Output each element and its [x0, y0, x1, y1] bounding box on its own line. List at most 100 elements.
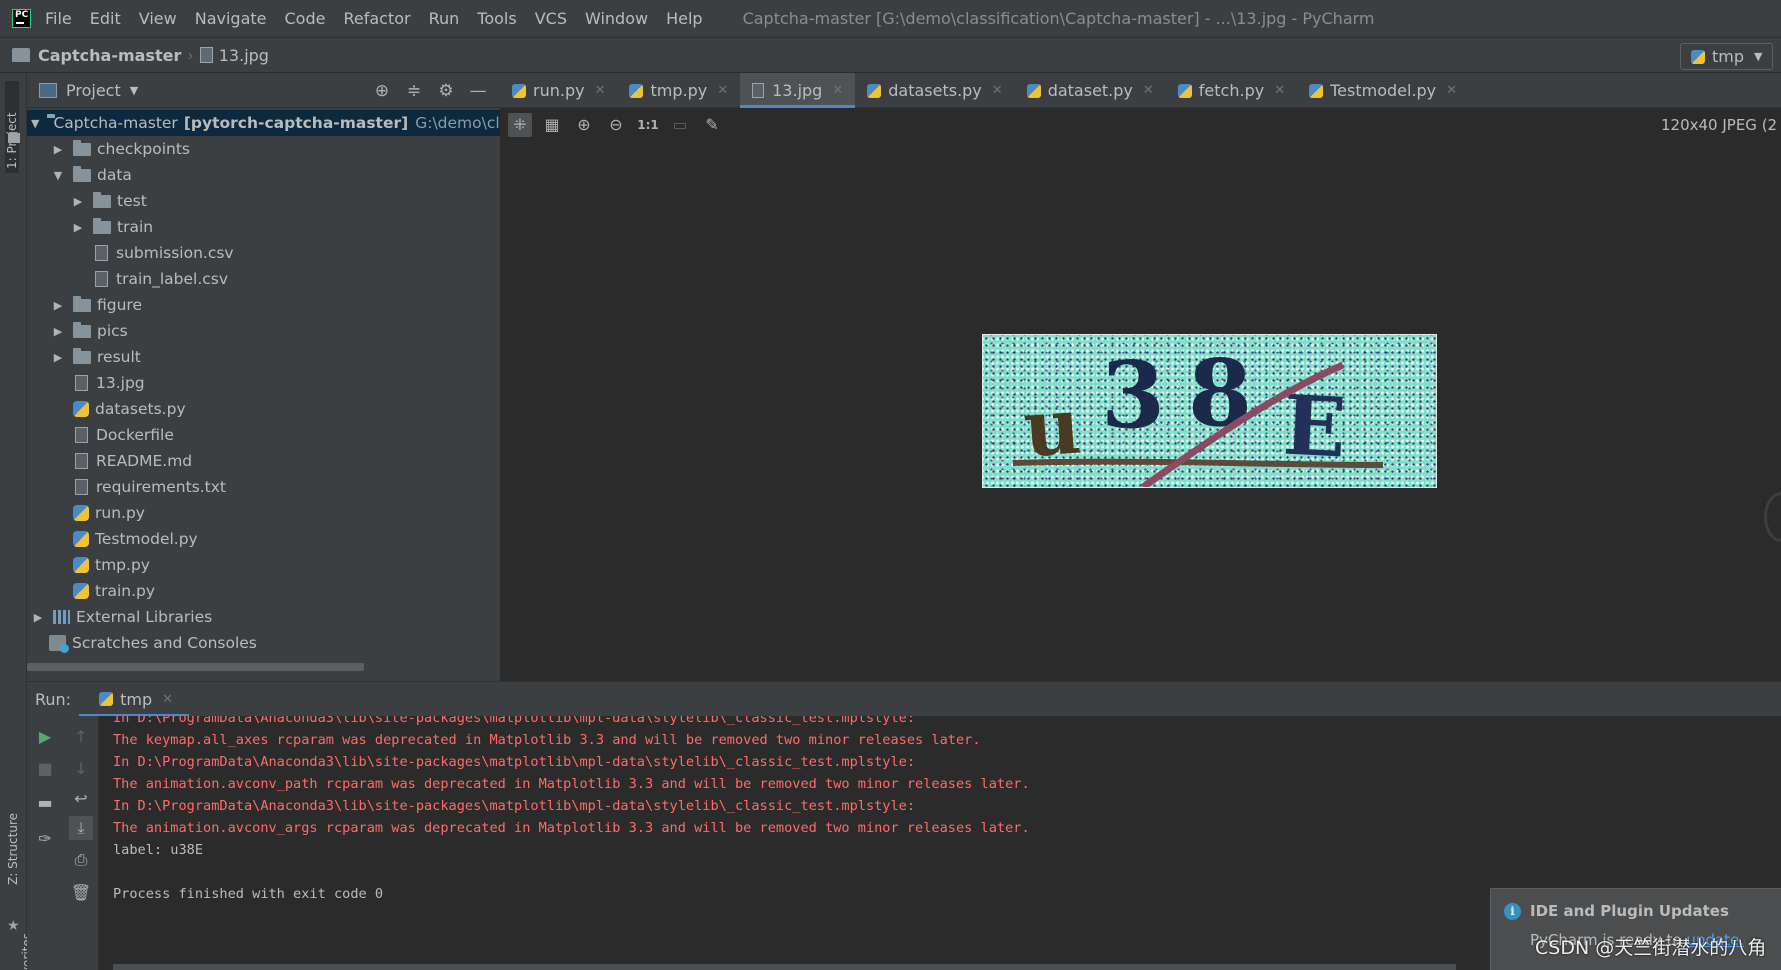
tree-item-dockerfile[interactable]: Dockerfile	[27, 422, 500, 448]
python-file-icon	[73, 505, 89, 521]
structure-tool-window-button[interactable]: Z: Structure	[6, 813, 20, 885]
tree-item-13-jpg[interactable]: 13.jpg	[27, 370, 500, 396]
menu-tools[interactable]: Tools	[477, 9, 516, 28]
tree-item-train[interactable]: ▶ train	[27, 214, 500, 240]
menu-view[interactable]: View	[139, 9, 177, 28]
editor-tab-tmp-py[interactable]: tmp.py ✕	[617, 73, 740, 108]
editor-tab-datasets-py[interactable]: datasets.py ✕	[855, 73, 1014, 108]
chevron-right-icon[interactable]: ▶	[71, 195, 85, 208]
tree-root[interactable]: ▼ Captcha-master [pytorch-captcha-master…	[27, 110, 525, 136]
color-picker-icon[interactable]: ✎	[700, 113, 724, 137]
menu-vcs[interactable]: VCS	[535, 9, 567, 28]
chevron-right-icon[interactable]: ▶	[51, 299, 65, 312]
library-icon	[53, 610, 70, 624]
stop-icon[interactable]: ■	[33, 756, 57, 780]
soft-wrap-icon[interactable]: ↩	[69, 786, 93, 810]
breadcrumb-file[interactable]: 13.jpg	[219, 46, 269, 65]
project-view-selector[interactable]: Project	[66, 81, 121, 100]
tree-item-data[interactable]: ▼ data	[27, 162, 500, 188]
chevron-right-icon[interactable]: ▶	[51, 143, 65, 156]
tree-item-label: run.py	[95, 504, 145, 522]
layout-icon[interactable]: ▬	[33, 790, 57, 814]
rerun-icon[interactable]: ▶	[33, 724, 57, 748]
image-viewer: ⁜ ▦ ⊕ ⊖ 1:1 ▭ ✎ 120x40 JPEG (2 u 3 8 E	[500, 108, 1781, 681]
image-file-icon	[752, 83, 765, 98]
close-icon[interactable]: ✕	[1143, 83, 1154, 98]
editor-tab-fetch-py[interactable]: fetch.py ✕	[1166, 73, 1297, 108]
menu-run[interactable]: Run	[429, 9, 460, 28]
editor-tab-testmodel-py[interactable]: Testmodel.py ✕	[1297, 73, 1469, 108]
folder-icon	[73, 347, 91, 364]
zoom-out-icon[interactable]: ⊖	[604, 113, 628, 137]
python-icon	[1026, 83, 1041, 98]
chevron-down-icon[interactable]: ▼	[130, 84, 138, 97]
pycharm-logo-icon	[12, 9, 31, 28]
chevron-down-icon[interactable]: ▼	[31, 117, 39, 130]
tree-item-train-py[interactable]: train.py	[27, 578, 500, 604]
actual-size-button[interactable]: 1:1	[636, 113, 660, 137]
horizontal-scrollbar[interactable]	[27, 663, 364, 671]
tree-item-label: README.md	[96, 452, 193, 470]
tree-item-pics[interactable]: ▶ pics	[27, 318, 500, 344]
breadcrumb-project[interactable]: Captcha-master	[38, 46, 181, 65]
tree-item-test[interactable]: ▶ test	[27, 188, 500, 214]
close-icon[interactable]: ✕	[595, 83, 606, 98]
chevron-right-icon[interactable]: ▶	[31, 611, 45, 624]
tree-item-external-libraries[interactable]: ▶ External Libraries	[27, 604, 500, 630]
gear-icon[interactable]: ⚙	[436, 81, 456, 101]
close-icon[interactable]: ✕	[162, 692, 173, 707]
menu-navigate[interactable]: Navigate	[195, 9, 267, 28]
run-configuration-select[interactable]: tmp ▼	[1680, 43, 1773, 70]
menu-code[interactable]: Code	[285, 9, 326, 28]
chevron-down-icon: ▼	[1754, 50, 1763, 63]
menu-window[interactable]: Window	[585, 9, 648, 28]
tree-item-train-label-csv[interactable]: train_label.csv	[27, 266, 500, 292]
hide-panel-icon[interactable]: —	[468, 81, 488, 101]
fit-zoom-icon[interactable]: ▭	[668, 113, 692, 137]
collapse-all-icon[interactable]: ≑	[404, 81, 424, 101]
close-icon[interactable]: ✕	[1274, 83, 1285, 98]
close-icon[interactable]: ✕	[1446, 83, 1457, 98]
pin-icon[interactable]: ✑	[33, 826, 57, 850]
editor-tab-bar: run.py ✕ tmp.py ✕ 13.jpg ✕ datasets.py ✕ dataset…	[500, 73, 1781, 108]
arrow-up-icon[interactable]: ↑	[69, 724, 93, 748]
editor-tab-label: run.py	[533, 81, 585, 100]
grid-icon[interactable]: ▦	[540, 113, 564, 137]
arrow-down-icon[interactable]: ↓	[69, 756, 93, 780]
close-icon[interactable]: ✕	[717, 83, 728, 98]
editor-tab-run-py[interactable]: run.py ✕	[500, 73, 617, 108]
menu-refactor[interactable]: Refactor	[343, 9, 410, 28]
tree-item-testmodel-py[interactable]: Testmodel.py	[27, 526, 500, 552]
tree-item-result[interactable]: ▶ result	[27, 344, 500, 370]
menu-edit[interactable]: Edit	[90, 9, 121, 28]
locate-file-icon[interactable]: ⊕	[372, 81, 392, 101]
chessboard-background-icon[interactable]: ⁜	[508, 112, 532, 137]
tree-item-checkpoints[interactable]: ▶ checkpoints	[27, 136, 500, 162]
tree-item-figure[interactable]: ▶ figure	[27, 292, 500, 318]
tree-item-tmp-py[interactable]: tmp.py	[27, 552, 500, 578]
chevron-down-icon[interactable]: ▼	[51, 169, 65, 182]
tree-item-readme-md[interactable]: README.md	[27, 448, 500, 474]
folder-icon	[73, 165, 91, 182]
run-tab-tmp[interactable]: tmp ✕	[79, 682, 189, 717]
editor-tab-dataset-py[interactable]: dataset.py ✕	[1015, 73, 1166, 108]
close-icon[interactable]: ✕	[992, 83, 1003, 98]
print-icon[interactable]: ⎙	[69, 848, 93, 872]
tree-item-requirements-txt[interactable]: requirements.txt	[27, 474, 500, 500]
trash-icon[interactable]: 🗑	[69, 880, 93, 904]
menu-file[interactable]: File	[45, 9, 72, 28]
close-icon[interactable]: ✕	[832, 83, 843, 98]
chevron-right-icon[interactable]: ▶	[71, 221, 85, 234]
chevron-right-icon[interactable]: ▶	[51, 351, 65, 364]
scroll-to-end-icon[interactable]: ⤓	[69, 816, 93, 840]
chevron-right-icon[interactable]: ▶	[51, 325, 65, 338]
editor-tab-13-jpg[interactable]: 13.jpg ✕	[740, 73, 856, 108]
horizontal-scrollbar[interactable]	[113, 964, 1456, 970]
zoom-in-icon[interactable]: ⊕	[572, 113, 596, 137]
tree-item-datasets-py[interactable]: datasets.py	[27, 396, 500, 422]
project-tool-window-button[interactable]: 1: Project	[5, 81, 19, 173]
tree-item-run-py[interactable]: run.py	[27, 500, 500, 526]
menu-help[interactable]: Help	[666, 9, 702, 28]
tree-item-submission-csv[interactable]: submission.csv	[27, 240, 500, 266]
tree-item-scratches[interactable]: Scratches and Consoles	[27, 630, 500, 656]
